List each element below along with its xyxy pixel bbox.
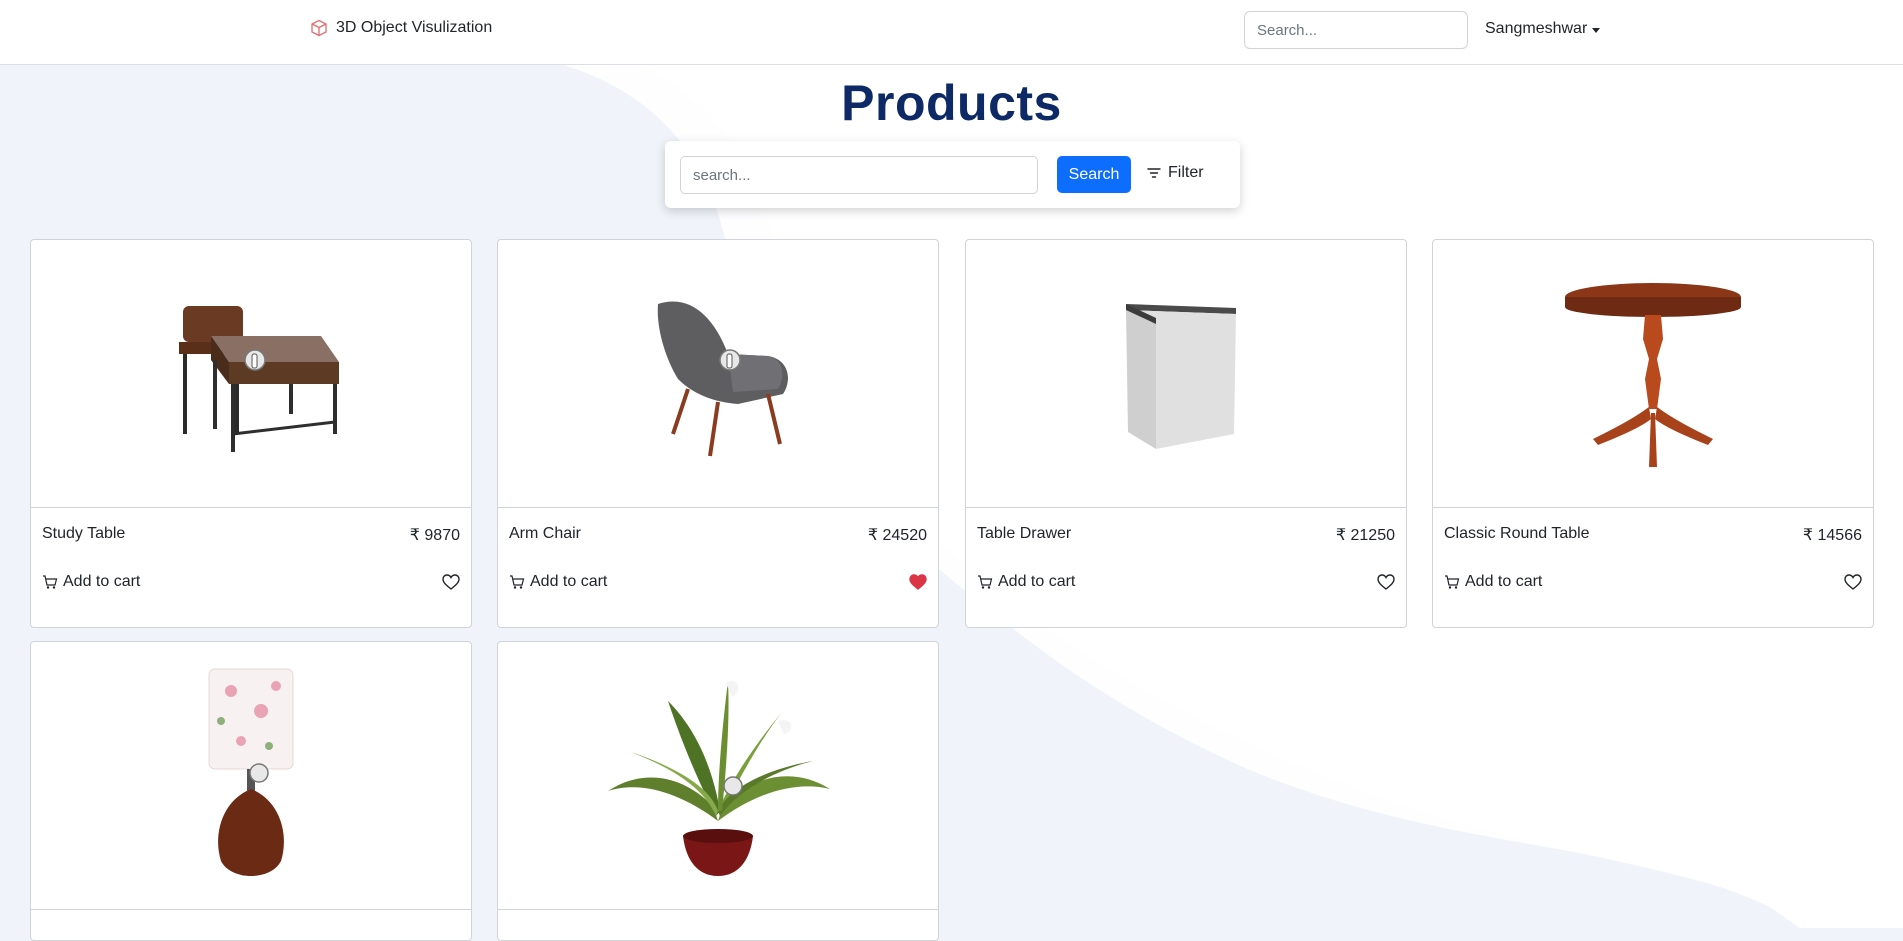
brand-label: 3D Object Visulization xyxy=(336,19,493,36)
heart-outline-icon xyxy=(442,574,460,590)
brand[interactable]: 3D Object Visulization xyxy=(310,19,492,37)
cart-icon xyxy=(510,575,525,589)
cart-icon xyxy=(978,575,993,589)
product-name: Table Drawer xyxy=(977,525,1072,542)
product-image xyxy=(31,642,471,910)
filter-label: Filter xyxy=(1168,164,1204,181)
product-price: ₹ 9870 xyxy=(409,527,460,544)
nav-search-input[interactable] xyxy=(1244,11,1468,49)
product-name: Study Table xyxy=(42,525,126,542)
add-to-cart-label: Add to cart xyxy=(530,573,608,590)
product-card[interactable] xyxy=(497,641,939,941)
table-lamp-image xyxy=(208,668,294,876)
add-to-cart-label: Add to cart xyxy=(998,573,1076,590)
product-image xyxy=(966,240,1406,508)
navbar: 3D Object Visulization Sangmeshwar xyxy=(0,0,1903,65)
wishlist-button[interactable] xyxy=(442,574,460,590)
classic-round-table-image xyxy=(1565,282,1741,467)
filter-icon xyxy=(1147,168,1161,178)
add-to-cart-button[interactable]: Add to cart xyxy=(42,573,140,591)
heart-outline-icon xyxy=(1844,574,1862,590)
product-name: Arm Chair xyxy=(509,525,582,542)
product-price: ₹ 24520 xyxy=(867,527,927,544)
caret-down-icon xyxy=(1592,27,1601,33)
add-to-cart-label: Add to cart xyxy=(1465,573,1543,590)
wishlist-button[interactable] xyxy=(1377,574,1395,590)
product-card[interactable]: Study Table ₹ 9870 Add to cart xyxy=(30,239,472,628)
product-card[interactable]: Classic Round Table ₹ 14566 Add to cart xyxy=(1432,239,1874,628)
product-image xyxy=(498,240,938,508)
product-image xyxy=(498,642,938,910)
search-button[interactable]: Search xyxy=(1057,156,1131,193)
product-image xyxy=(1433,240,1873,508)
table-drawer-image xyxy=(1126,303,1236,449)
heart-filled-icon xyxy=(909,574,927,590)
study-table-image xyxy=(179,305,339,452)
product-search-input[interactable] xyxy=(680,156,1038,194)
add-to-cart-button[interactable]: Add to cart xyxy=(977,573,1075,591)
product-name: Classic Round Table xyxy=(1444,525,1590,542)
cart-icon xyxy=(43,575,58,589)
product-card[interactable]: Arm Chair ₹ 24520 Add to cart xyxy=(497,239,939,628)
heart-outline-icon xyxy=(1377,574,1395,590)
wishlist-button[interactable] xyxy=(1844,574,1862,590)
product-card[interactable] xyxy=(30,641,472,941)
page-title: Products xyxy=(841,75,1062,131)
cube-icon xyxy=(311,19,327,37)
potted-plant-image xyxy=(608,680,830,876)
wishlist-button[interactable] xyxy=(909,574,927,590)
filter-button[interactable]: Filter xyxy=(1147,164,1204,182)
cart-icon xyxy=(1445,575,1460,589)
user-name: Sangmeshwar xyxy=(1485,20,1588,37)
add-to-cart-button[interactable]: Add to cart xyxy=(509,573,607,591)
product-price: ₹ 21250 xyxy=(1335,527,1395,544)
product-card[interactable]: Table Drawer ₹ 21250 Add to cart xyxy=(965,239,1407,628)
product-search-panel: Search Filter xyxy=(665,141,1240,208)
add-to-cart-button[interactable]: Add to cart xyxy=(1444,573,1542,591)
user-dropdown[interactable]: Sangmeshwar xyxy=(1485,20,1601,38)
arm-chair-image xyxy=(657,300,788,456)
product-image xyxy=(31,240,471,508)
product-price: ₹ 14566 xyxy=(1802,527,1862,544)
add-to-cart-label: Add to cart xyxy=(63,573,141,590)
